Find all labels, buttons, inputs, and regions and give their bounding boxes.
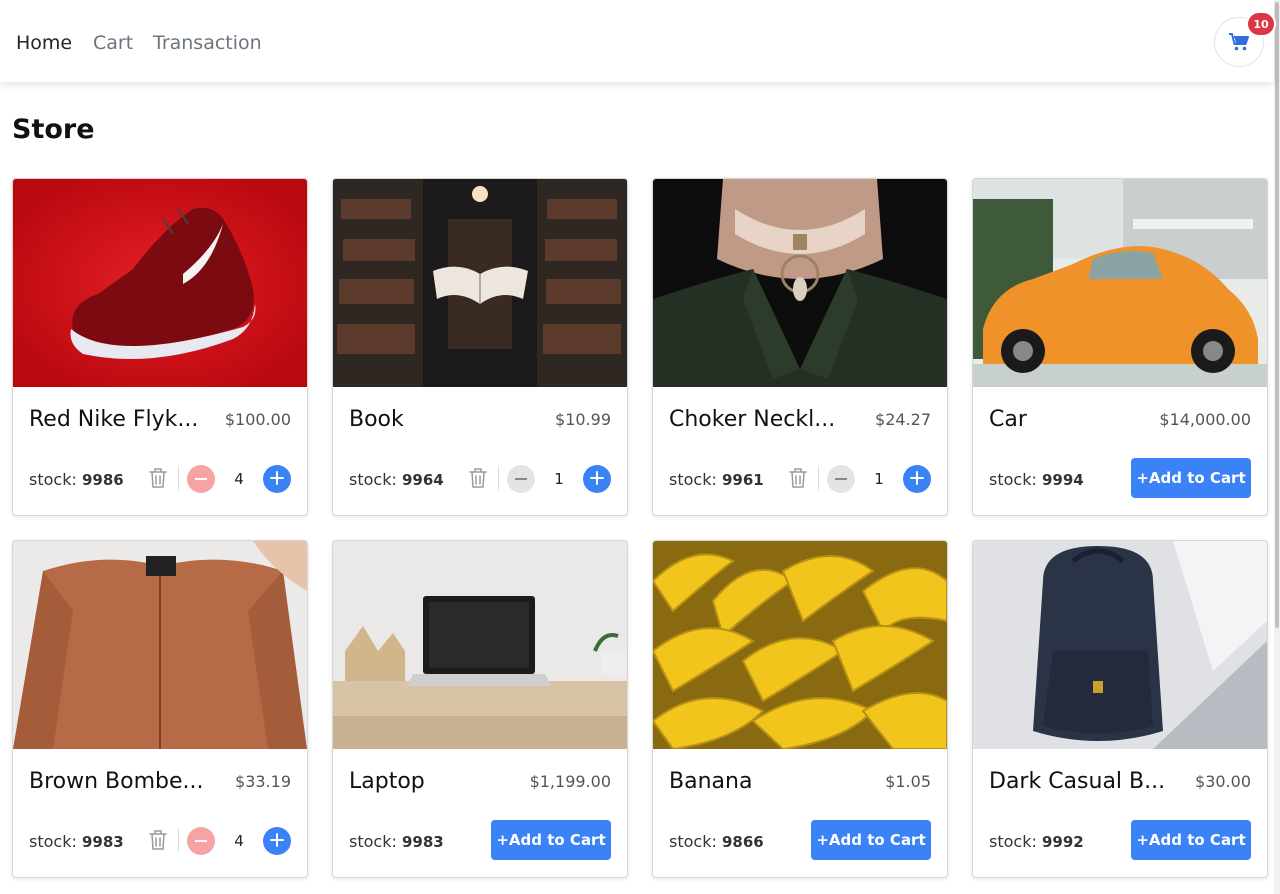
product-image[interactable] (333, 541, 627, 749)
trash-icon[interactable] (468, 467, 488, 489)
cart-count-badge: 10 (1246, 11, 1276, 37)
quantity-value: 1 (874, 470, 884, 488)
stock-info: stock: 9983 (29, 832, 124, 851)
stock-info: stock: 9994 (989, 470, 1084, 489)
stock-label: stock: (989, 470, 1037, 489)
stock-value: 9994 (1041, 471, 1084, 489)
shopping-cart-icon (1229, 33, 1249, 51)
product-image[interactable] (653, 541, 947, 749)
stock-label: stock: (349, 470, 397, 489)
trash-icon[interactable] (148, 467, 168, 489)
product-price: $14,000.00 (1159, 410, 1251, 429)
stock-label: stock: (989, 832, 1037, 851)
product-name[interactable]: Red Nike Flyk... (29, 407, 198, 432)
product-card: Laptop $1,199.00 stock: 9983 +Add to Car… (332, 540, 628, 878)
product-card: Red Nike Flyk... $100.00 stock: 9986 4 (12, 178, 308, 516)
divider (178, 828, 179, 852)
decrease-quantity-button[interactable] (187, 465, 215, 493)
minus-icon (835, 478, 847, 480)
product-image[interactable] (973, 179, 1267, 387)
product-name[interactable]: Laptop (349, 769, 425, 794)
product-name[interactable]: Brown Bombe... (29, 769, 204, 794)
trash-icon[interactable] (788, 467, 808, 489)
product-name[interactable]: Dark Casual B... (989, 769, 1165, 794)
stock-value: 9983 (81, 833, 124, 851)
product-name[interactable]: Banana (669, 769, 752, 794)
plus-icon (270, 470, 284, 489)
stock-label: stock: (29, 470, 77, 489)
product-price: $100.00 (224, 410, 291, 429)
stock-label: stock: (29, 832, 77, 851)
nav-home[interactable]: Home (16, 32, 72, 54)
increase-quantity-button[interactable] (583, 465, 611, 493)
stock-value: 9983 (401, 833, 444, 851)
decrease-quantity-button[interactable] (827, 465, 855, 493)
add-to-cart-button[interactable]: +Add to Cart (811, 820, 931, 860)
product-image[interactable] (653, 179, 947, 387)
product-image[interactable] (13, 179, 307, 387)
add-to-cart-button[interactable]: +Add to Cart (491, 820, 611, 860)
top-navbar: Home Cart Transaction 10 (0, 0, 1276, 82)
stock-info: stock: 9992 (989, 832, 1084, 851)
divider (178, 466, 179, 490)
product-card: Choker Neckl... $24.27 stock: 9961 1 (652, 178, 948, 516)
stock-info: stock: 9983 (349, 832, 444, 851)
page-scrollbar[interactable] (1274, 0, 1280, 894)
product-price: $30.00 (1195, 772, 1251, 791)
product-card: Dark Casual B... $30.00 stock: 9992 +Add… (972, 540, 1268, 878)
stock-value: 9992 (1041, 833, 1084, 851)
stock-value: 9961 (721, 471, 764, 489)
stock-label: stock: (349, 832, 397, 851)
nav-cart[interactable]: Cart (93, 32, 133, 54)
increase-quantity-button[interactable] (903, 465, 931, 493)
page-title: Store (12, 114, 95, 145)
product-image[interactable] (333, 179, 627, 387)
minus-icon (195, 478, 207, 480)
increase-quantity-button[interactable] (263, 827, 291, 855)
stock-label: stock: (669, 832, 717, 851)
product-card: Brown Bombe... $33.19 stock: 9983 4 (12, 540, 308, 878)
add-to-cart-button[interactable]: +Add to Cart (1131, 820, 1251, 860)
quantity-value: 4 (234, 470, 244, 488)
plus-icon (590, 470, 604, 489)
increase-quantity-button[interactable] (263, 465, 291, 493)
product-name[interactable]: Book (349, 407, 404, 432)
nav-transaction[interactable]: Transaction (153, 32, 262, 54)
stock-info: stock: 9866 (669, 832, 764, 851)
decrease-quantity-button[interactable] (507, 465, 535, 493)
decrease-quantity-button[interactable] (187, 827, 215, 855)
product-card: Car $14,000.00 stock: 9994 +Add to Cart (972, 178, 1268, 516)
product-card: Banana $1.05 stock: 9866 +Add to Cart (652, 540, 948, 878)
product-image[interactable] (13, 541, 307, 749)
stock-info: stock: 9961 (669, 470, 764, 489)
product-image[interactable] (973, 541, 1267, 749)
product-price: $24.27 (875, 410, 931, 429)
product-price: $33.19 (235, 772, 291, 791)
stock-value: 9866 (721, 833, 764, 851)
stock-value: 9964 (401, 471, 444, 489)
stock-label: stock: (669, 470, 717, 489)
divider (818, 466, 819, 490)
quantity-value: 4 (234, 832, 244, 850)
minus-icon (195, 840, 207, 842)
quantity-value: 1 (554, 470, 564, 488)
product-card: Book $10.99 stock: 9964 1 (332, 178, 628, 516)
stock-info: stock: 9964 (349, 470, 444, 489)
plus-icon (910, 470, 924, 489)
divider (498, 466, 499, 490)
product-price: $10.99 (555, 410, 611, 429)
product-name[interactable]: Choker Neckl... (669, 407, 835, 432)
plus-icon (270, 832, 284, 851)
stock-value: 9986 (81, 471, 124, 489)
add-to-cart-button[interactable]: +Add to Cart (1131, 458, 1251, 498)
trash-icon[interactable] (148, 829, 168, 851)
stock-info: stock: 9986 (29, 470, 124, 489)
minus-icon (515, 478, 527, 480)
product-price: $1.05 (885, 772, 931, 791)
product-price: $1,199.00 (529, 772, 611, 791)
product-name[interactable]: Car (989, 407, 1027, 432)
